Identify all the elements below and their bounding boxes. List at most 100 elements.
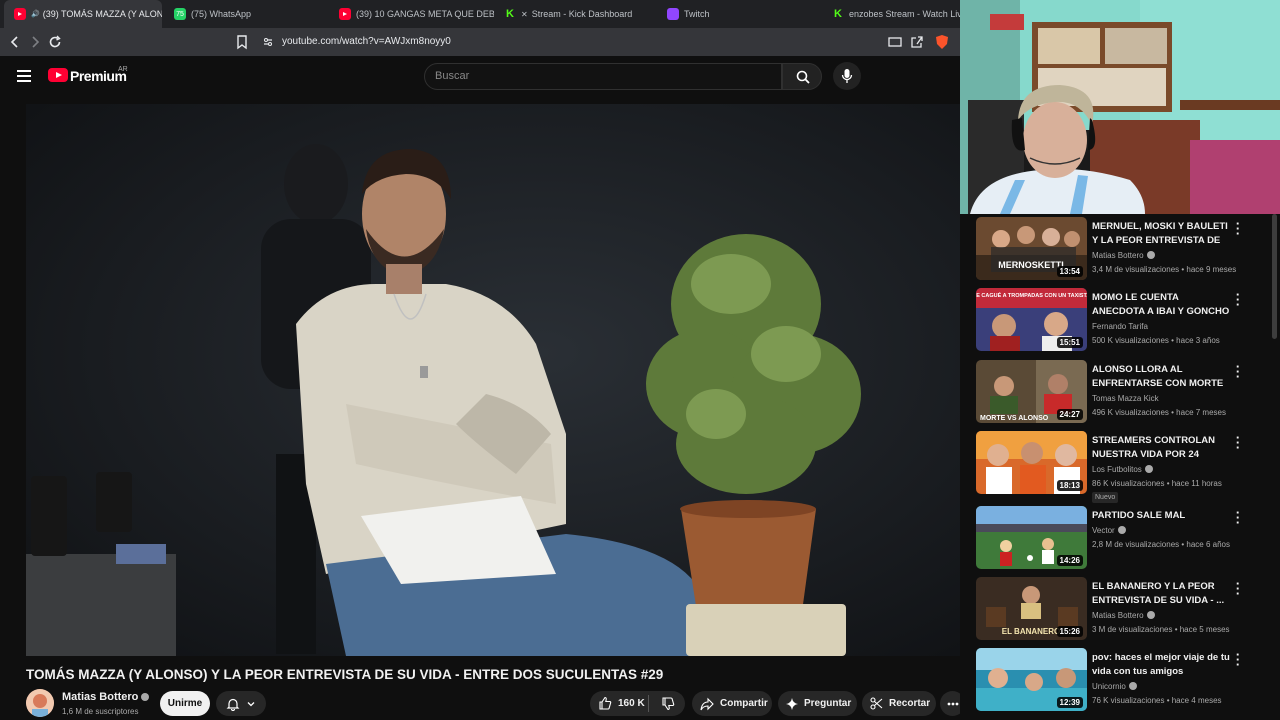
kick-icon: K (506, 8, 514, 20)
browser-tab[interactable]: K ✕ Stream - Kick Dashboard (494, 0, 657, 28)
like-dislike-group: 160 K (590, 691, 685, 716)
thumbnail[interactable]: 14:26 (976, 506, 1087, 569)
share-page-icon[interactable] (909, 34, 925, 50)
menu-icon[interactable] (17, 70, 31, 82)
verified-icon (1146, 611, 1155, 619)
share-button[interactable]: Compartir (692, 691, 772, 716)
browser-tab[interactable]: 75 (75) WhatsApp (164, 0, 329, 28)
thumbnail[interactable]: EL BANANERO 15:26 (976, 577, 1087, 640)
browser-tab[interactable]: K enzobes Stream - Watch Live on (822, 0, 960, 28)
duration: 24:27 (1056, 409, 1083, 420)
tab-label: (75) WhatsApp (191, 9, 252, 19)
more-vert-icon[interactable]: · · · (1234, 288, 1242, 311)
list-item[interactable]: MERNOSKETTI 13:54 MERNUEL, MOSKI Y BAULE… (976, 217, 1276, 287)
twitch-icon (667, 8, 679, 20)
channel-name: Unicornio (1092, 682, 1137, 691)
channel-name[interactable]: Matias Bottero (62, 691, 150, 703)
new-badge: Nuevo (1092, 492, 1119, 503)
reload-icon[interactable] (47, 34, 63, 50)
more-vert-icon[interactable]: · · · (1234, 648, 1242, 671)
channel-name-text: Vector (1092, 526, 1115, 535)
channel-name: Vector (1092, 526, 1126, 535)
more-vert-icon[interactable]: · · · (1234, 577, 1242, 600)
video-title: ALONSO LLORA AL ENFRENTARSE CON MORTE (1092, 364, 1224, 389)
forward-icon[interactable] (27, 34, 43, 50)
more-vert-icon[interactable]: · · · (1234, 431, 1242, 454)
channel-name: Los Futbolitos (1092, 465, 1153, 474)
video-player[interactable] (26, 104, 963, 656)
video-title: pov: haces el mejor viaje de tu vida con… (1092, 652, 1230, 677)
divider (648, 695, 649, 712)
channel-name-text: Matias Bottero (62, 691, 139, 703)
list-item[interactable]: 18:13 STREAMERS CONTROLAN NUESTRA VIDA P… (976, 431, 1276, 503)
bell-icon (226, 698, 240, 711)
cast-icon[interactable] (887, 34, 903, 50)
tab-label: (39) TOMÁS MAZZA (Y ALON (42, 9, 162, 19)
browser-tab-strip: 🔊 (39) TOMÁS MAZZA (Y ALON × 75 (75) Wha… (0, 0, 960, 28)
channel-name: Fernando Tarifa (1092, 322, 1148, 331)
voice-search-button[interactable] (833, 62, 861, 90)
bookmark-icon[interactable] (234, 34, 250, 50)
like-count: 160 K (618, 697, 645, 709)
avatar[interactable] (26, 689, 54, 717)
more-vert-icon[interactable]: · · · (1234, 217, 1242, 240)
channel-name: Matias Bottero (1092, 251, 1155, 260)
list-item[interactable]: 12:39 pov: haces el mejor viaje de tu vi… (976, 648, 1276, 718)
list-item[interactable]: MORTE VS ALONSO 24:27 ALONSO LLORA AL EN… (976, 360, 1276, 430)
more-horizontal-icon (947, 702, 958, 705)
thumbnail[interactable]: MORTE VS ALONSO 24:27 (976, 360, 1087, 423)
more-vert-icon[interactable]: · · · (1234, 506, 1242, 529)
browser-tab[interactable]: (39) 10 GANGAS META QUE DEBES F (329, 0, 494, 28)
thumbnail-text: MORTE VS ALONSO (980, 415, 1049, 422)
whatsapp-icon: 75 (174, 8, 186, 20)
more-vert-icon[interactable]: · · · (1234, 360, 1242, 383)
subscriber-count: 1,6 M de suscriptores (62, 707, 139, 716)
youtube-logo-icon[interactable] (48, 68, 68, 82)
verified-icon (1144, 465, 1153, 473)
video-title: TOMÁS MAZZA (Y ALONSO) Y LA PEOR ENTREVI… (26, 667, 664, 682)
list-item[interactable]: 14:26 PARTIDO SALE MAL Vector 2,8 M de v… (976, 506, 1276, 576)
brave-shield-icon[interactable] (934, 34, 950, 50)
search-button[interactable] (782, 63, 822, 90)
verified-icon (1128, 682, 1137, 690)
browser-toolbar: youtube.com/watch?v=AWJxm8noyy0 (0, 28, 960, 56)
thumbnail[interactable]: ME CAGUÉ A TROMPADAS CON UN TAXISTA 15:5… (976, 288, 1087, 351)
scissors-icon (870, 697, 883, 710)
address-bar[interactable]: youtube.com/watch?v=AWJxm8noyy0 (256, 31, 956, 53)
join-button[interactable]: Unirme (160, 691, 210, 716)
search-input[interactable]: Buscar (424, 63, 782, 90)
channel-name: Matias Bottero (1092, 611, 1155, 620)
video-title: PARTIDO SALE MAL (1092, 510, 1186, 521)
browser-tab[interactable]: 🔊 (39) TOMÁS MAZZA (Y ALON × (4, 0, 162, 28)
thumbnail-text: ME CAGUÉ A TROMPADAS CON UN TAXISTA (976, 291, 1087, 299)
share-label: Compartir (720, 698, 768, 709)
webcam-image (960, 0, 1280, 214)
channel-avatar-image (26, 689, 54, 717)
browser-tab[interactable]: Twitch (657, 0, 822, 28)
chevron-down-icon (247, 701, 255, 706)
thumbs-up-icon (599, 696, 612, 710)
thumbnail[interactable]: 12:39 (976, 648, 1087, 711)
thumbnail-text: MERNOSKETTI (998, 260, 1064, 270)
site-settings-icon[interactable] (262, 36, 274, 48)
channel-name-text: Matias Bottero (1092, 611, 1144, 620)
thumbnail[interactable]: MERNOSKETTI 13:54 (976, 217, 1087, 280)
video-frame (26, 104, 963, 656)
verified-icon (1117, 526, 1126, 534)
thumbnail[interactable]: 18:13 (976, 431, 1087, 494)
list-item[interactable]: ME CAGUÉ A TROMPADAS CON UN TAXISTA 15:5… (976, 288, 1276, 358)
thumbs-down-icon[interactable] (661, 697, 675, 711)
thumbnail-text: EL BANANERO (1002, 627, 1061, 636)
search-icon (796, 70, 810, 84)
channel-name-text: Los Futbolitos (1092, 465, 1142, 474)
clip-button[interactable]: Recortar (862, 691, 936, 716)
subscribe-notifications-button[interactable] (216, 691, 266, 716)
search-placeholder: Buscar (435, 70, 470, 82)
back-icon[interactable] (7, 34, 23, 50)
like-button[interactable]: 160 K (598, 696, 645, 710)
video-meta: 3 M de visualizaciones • hace 5 meses (1092, 625, 1230, 634)
muted-icon: ✕ (521, 9, 528, 19)
video-title: MOMO LE CUENTA ANECDOTA A IBAI Y GONCHO … (1092, 292, 1230, 317)
list-item[interactable]: EL BANANERO 15:26 EL BANANERO Y LA PEOR … (976, 577, 1276, 647)
ask-button[interactable]: Preguntar (778, 691, 857, 716)
